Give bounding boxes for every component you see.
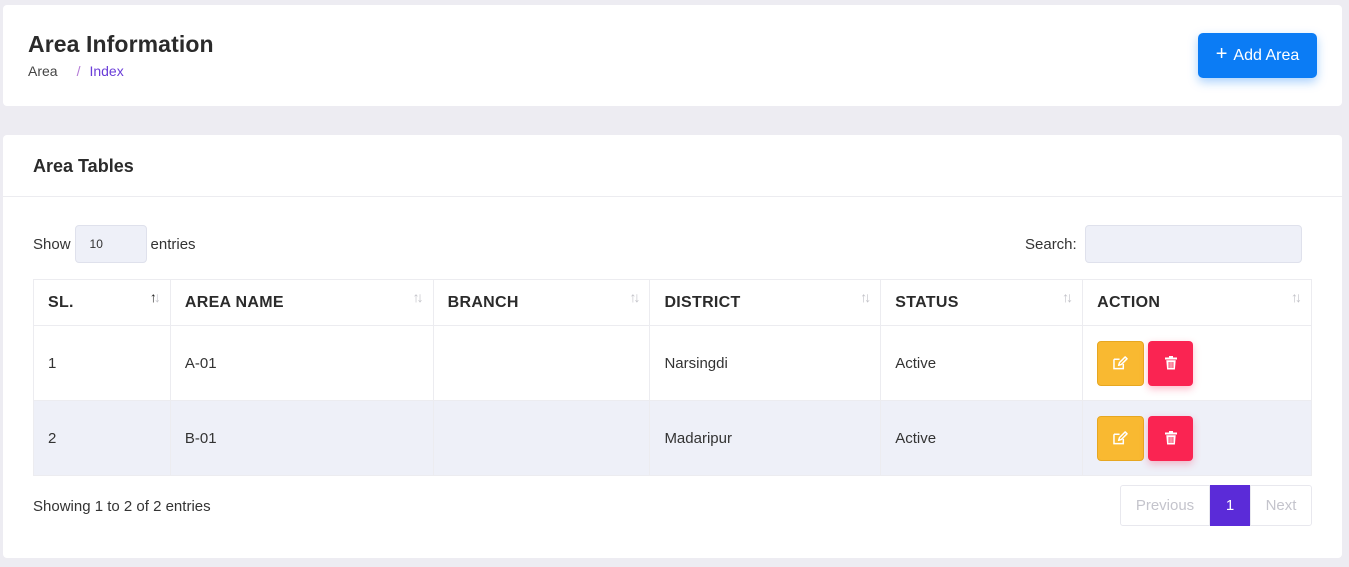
column-label: DISTRICT bbox=[664, 293, 741, 311]
cell-branch bbox=[432, 325, 651, 401]
cell-status: Active bbox=[880, 400, 1084, 476]
page-length-select[interactable]: 10 bbox=[74, 225, 147, 263]
add-area-button[interactable]: + Add Area bbox=[1198, 33, 1317, 78]
cell-action bbox=[1082, 400, 1312, 476]
edit-icon bbox=[1113, 431, 1128, 445]
card-divider bbox=[3, 196, 1342, 197]
column-header-action[interactable]: ACTION ↑↓ bbox=[1082, 279, 1312, 326]
breadcrumb-separator: / bbox=[76, 63, 81, 79]
breadcrumb-index: Index bbox=[89, 63, 124, 79]
column-label: STATUS bbox=[895, 293, 959, 311]
cell-area-name: A-01 bbox=[169, 325, 434, 401]
column-header-status[interactable]: STATUS ↑↓ bbox=[880, 279, 1084, 326]
search-control: Search: bbox=[1025, 225, 1302, 263]
breadcrumb: Area / Index bbox=[28, 63, 124, 79]
cell-branch bbox=[432, 400, 651, 476]
delete-button[interactable] bbox=[1148, 415, 1194, 461]
column-label: ACTION bbox=[1097, 293, 1161, 311]
cell-district: Narsingdi bbox=[649, 325, 882, 401]
column-header-area-name[interactable]: AREA NAME ↑↓ bbox=[169, 279, 434, 326]
sort-icon: ↑↓ bbox=[860, 289, 871, 305]
show-label: Show bbox=[33, 235, 71, 253]
sort-icon: ↑↓ bbox=[1291, 289, 1302, 305]
table-info: Showing 1 to 2 of 2 entries bbox=[33, 498, 211, 515]
pagination-next[interactable]: Next bbox=[1250, 485, 1312, 526]
table-row: 1 A-01 Narsingdi Active bbox=[33, 325, 1312, 401]
sort-icon: ↑↓ bbox=[412, 289, 424, 305]
column-label: AREA NAME bbox=[184, 293, 284, 311]
page-title: Area Information bbox=[28, 31, 214, 57]
sort-asc-icon: ↑↓ bbox=[149, 289, 161, 305]
entries-label: entries bbox=[150, 235, 196, 253]
column-label: BRANCH bbox=[447, 293, 519, 311]
column-header-branch[interactable]: BRANCH ↑↓ bbox=[432, 279, 651, 326]
breadcrumb-area[interactable]: Area bbox=[28, 63, 58, 79]
pagination: Previous 1 Next bbox=[1120, 485, 1312, 526]
sort-icon: ↑↓ bbox=[1062, 289, 1073, 305]
sort-icon: ↑↓ bbox=[629, 289, 640, 305]
cell-district: Madaripur bbox=[649, 400, 882, 476]
add-area-label: Add Area bbox=[1233, 46, 1300, 64]
trash-icon bbox=[1164, 356, 1177, 370]
page-header: Area Information Area / Index + Add Area bbox=[3, 5, 1342, 106]
pagination-previous[interactable]: Previous bbox=[1120, 485, 1210, 526]
column-header-district[interactable]: DISTRICT ↑↓ bbox=[649, 279, 882, 326]
column-header-sl[interactable]: SL. ↑↓ bbox=[33, 279, 171, 326]
search-label: Search: bbox=[1025, 235, 1077, 253]
edit-button[interactable] bbox=[1097, 415, 1145, 461]
cell-action bbox=[1082, 325, 1312, 401]
cell-sl: 2 bbox=[33, 400, 171, 476]
area-table-card: Area Tables Show 10 entries Search: SL. … bbox=[3, 135, 1342, 558]
pagination-page-1[interactable]: 1 bbox=[1210, 485, 1250, 526]
column-label: SL. bbox=[48, 293, 74, 311]
search-input[interactable] bbox=[1084, 225, 1302, 263]
cell-area-name: B-01 bbox=[169, 400, 434, 476]
page-length-control: Show 10 entries bbox=[33, 225, 196, 263]
table-header-row: SL. ↑↓ AREA NAME ↑↓ BRANCH ↑↓ DISTRICT ↑… bbox=[33, 279, 1312, 326]
table-row: 2 B-01 Madaripur Active bbox=[33, 400, 1312, 476]
cell-sl: 1 bbox=[33, 325, 171, 401]
edit-button[interactable] bbox=[1097, 340, 1145, 386]
trash-icon bbox=[1164, 431, 1177, 445]
delete-button[interactable] bbox=[1148, 340, 1194, 386]
edit-icon bbox=[1113, 356, 1128, 370]
plus-icon: + bbox=[1215, 43, 1228, 65]
cell-status: Active bbox=[880, 325, 1084, 401]
card-title: Area Tables bbox=[33, 156, 134, 176]
area-table: SL. ↑↓ AREA NAME ↑↓ BRANCH ↑↓ DISTRICT ↑… bbox=[33, 279, 1312, 476]
